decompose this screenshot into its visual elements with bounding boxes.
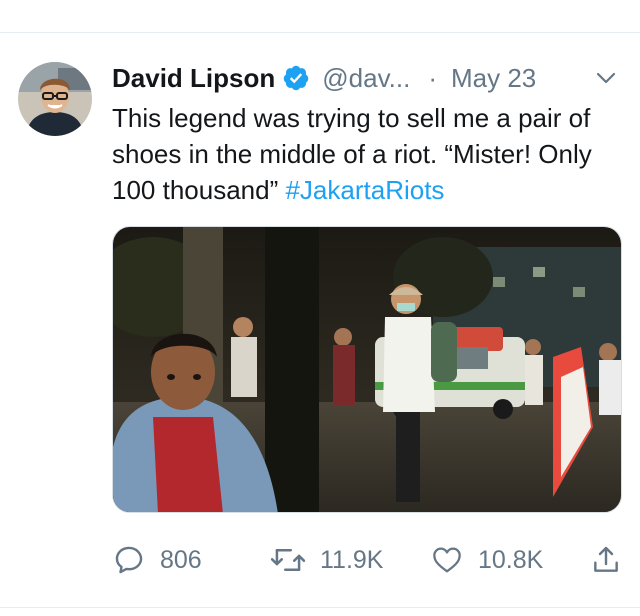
- riot-scene-photo: [113, 227, 621, 512]
- header-separator: ·: [428, 62, 437, 93]
- retweet-count: 11.9K: [320, 545, 384, 574]
- like-count: 10.8K: [478, 545, 544, 574]
- avatar-photo: [18, 62, 92, 136]
- tweet-date[interactable]: May 23: [451, 63, 536, 94]
- verified-badge-icon: [283, 65, 309, 91]
- tweet-header: David Lipson @dav... · May 23: [112, 58, 622, 98]
- heart-icon: [433, 547, 461, 573]
- reply-icon: [115, 546, 143, 574]
- tweet-text: This legend was trying to sell me a pair…: [112, 100, 627, 208]
- top-divider: [0, 32, 640, 33]
- author-handle[interactable]: @dav...: [322, 63, 410, 94]
- author-avatar[interactable]: [18, 62, 92, 136]
- share-icon: [594, 546, 618, 572]
- tweet-actions: 806 11.9K 10.8K: [112, 540, 627, 580]
- like-button[interactable]: 10.8K: [430, 540, 543, 580]
- hashtag-link[interactable]: #JakartaRiots: [285, 175, 444, 205]
- retweet-button[interactable]: 11.9K: [270, 540, 383, 580]
- tweet-card[interactable]: David Lipson @dav... · May 23 This legen…: [0, 0, 640, 616]
- reply-count: 806: [160, 545, 202, 574]
- tweet-photo[interactable]: [112, 226, 622, 513]
- share-button[interactable]: [590, 540, 622, 580]
- bottom-divider: [0, 607, 640, 608]
- retweet-icon: [270, 549, 306, 571]
- chevron-down-icon[interactable]: [594, 66, 618, 90]
- reply-button[interactable]: 806: [112, 540, 202, 580]
- author-display-name[interactable]: David Lipson: [112, 63, 275, 94]
